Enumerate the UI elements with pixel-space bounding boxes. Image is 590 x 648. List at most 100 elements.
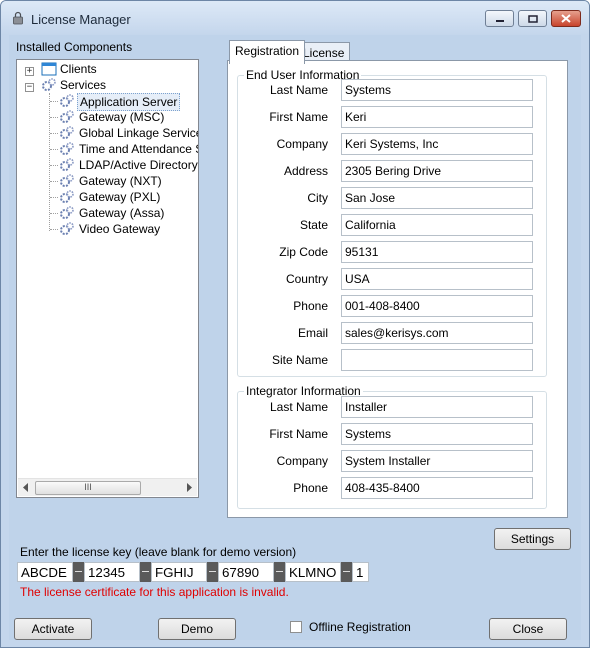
service-gear-icon [59,174,75,188]
end_user-field-input[interactable] [341,322,533,344]
integrator-field-input[interactable] [341,477,533,499]
offline-registration-checkbox[interactable] [290,621,302,633]
tree-connector [50,149,58,151]
service-gear-icon [59,190,75,204]
service-gear-icon [59,158,75,172]
minimize-button[interactable] [485,10,514,27]
scroll-right-icon[interactable] [187,483,193,492]
tree-node-service[interactable]: Video Gateway [77,221,162,237]
demo-button[interactable]: Demo [158,618,236,640]
license-key-part-4[interactable] [218,562,274,582]
close-window-button[interactable] [551,10,581,27]
scroll-left-icon[interactable] [23,483,29,492]
end_user-field-input[interactable] [341,106,533,128]
end_user-field-input[interactable] [341,79,533,101]
minimize-icon [495,19,504,22]
tree-connector [50,117,58,119]
service-gear-icon [59,110,75,124]
end_user-field-label: First Name [269,110,328,124]
components-tree[interactable]: + Clients − Services Application Server G… [16,59,199,498]
app-lock-icon [13,11,23,25]
services-expander[interactable]: − [25,83,34,92]
license-key-part-6[interactable] [352,562,369,582]
title-bar[interactable]: License Manager [1,1,589,35]
installed-components-label: Installed Components [16,40,133,54]
tree-node-service[interactable]: Gateway (MSC) [77,109,166,125]
key-separator [274,562,285,582]
service-gear-icon [59,142,75,156]
services-gear-icon [42,78,56,91]
end_user-field-label: Company [276,137,328,151]
license-error-message: The license certificate for this applica… [20,585,289,599]
tree-node-service[interactable]: Gateway (Assa) [77,205,166,221]
tree-node-service[interactable]: Global Linkage Service [77,125,198,141]
integrator-field-input[interactable] [341,396,533,418]
license-key-part-1[interactable] [17,562,73,582]
key-separator [140,562,151,582]
close-button[interactable]: Close [489,618,567,640]
tree-node-service[interactable]: LDAP/Active Directory S [77,157,198,173]
end_user-field-label: Phone [293,299,328,313]
tree-connector [50,213,58,215]
maximize-icon [527,14,538,23]
end_user-field-label: Site Name [271,353,328,367]
offline-registration-label[interactable]: Offline Registration [309,620,411,634]
key-separator [207,562,218,582]
end_user-field-label: Address [283,164,328,178]
license-key-prompt: Enter the license key (leave blank for d… [20,545,297,559]
scroll-thumb[interactable]: III [35,481,141,495]
integrator-field-label: First Name [269,427,328,441]
tree-connector [50,229,58,231]
maximize-button[interactable] [518,10,547,27]
end_user-field-input[interactable] [341,187,533,209]
service-gear-icon [59,222,75,236]
end_user-field-input[interactable] [341,133,533,155]
end_user-field-input[interactable] [341,214,533,236]
end_user-field-input[interactable] [341,349,533,371]
end_user-field-label: Last Name [269,83,328,97]
license-manager-window: License Manager Installed Components + C… [0,0,590,648]
tree-connector [50,165,58,167]
tree-node-services[interactable]: Services [60,77,106,93]
tree-node-service[interactable]: Time and Attendance Se [77,141,198,157]
key-separator [73,562,84,582]
tree-connector [50,101,58,103]
horizontal-scrollbar[interactable]: III [18,478,197,496]
integrator-field-input[interactable] [341,450,533,472]
service-gear-icon [59,94,75,108]
tree-connector [50,181,58,183]
clients-window-icon [41,62,57,76]
service-gear-icon [59,206,75,220]
close-icon [561,14,571,23]
license-key-part-5[interactable] [285,562,341,582]
tab-registration[interactable]: Registration [229,40,306,64]
end_user-field-label: Country [285,272,328,286]
window-title: License Manager [31,12,131,27]
tree-node-service[interactable]: Gateway (NXT) [77,173,164,189]
tree-connector [50,197,58,199]
end_user-field-label: Email [297,326,328,340]
tree-node-clients[interactable]: Clients [60,61,97,77]
tree-node-service[interactable]: Gateway (PXL) [77,189,162,205]
end_user-field-input[interactable] [341,160,533,182]
integrator-field-label: Phone [293,481,328,495]
integrator-field-label: Company [276,454,328,468]
license-key-part-2[interactable] [84,562,140,582]
key-separator [341,562,352,582]
integrator-field-input[interactable] [341,423,533,445]
license-key-part-3[interactable] [151,562,207,582]
integrator-field-label: Last Name [269,400,328,414]
end_user-field-input[interactable] [341,295,533,317]
settings-button[interactable]: Settings [494,528,571,550]
tree-connector-line [49,93,51,231]
activate-button[interactable]: Activate [14,618,92,640]
end_user-field-label: State [299,218,328,232]
clients-expander[interactable]: + [25,67,34,76]
registration-panel: End User Information Integrator Informat… [227,60,568,518]
end_user-field-label: Zip Code [279,245,328,259]
tree-connector [50,133,58,135]
end_user-field-input[interactable] [341,241,533,263]
end_user-field-label: City [307,191,328,205]
end_user-field-input[interactable] [341,268,533,290]
service-gear-icon [59,126,75,140]
